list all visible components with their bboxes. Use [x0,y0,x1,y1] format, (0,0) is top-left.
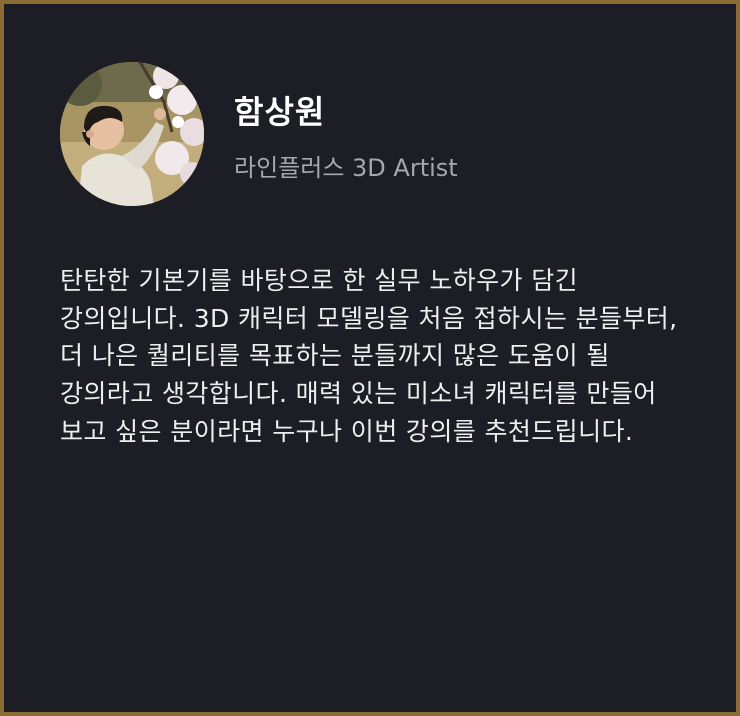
instructor-name: 함상원 [234,93,326,131]
avatar [60,62,204,206]
instructor-bio: 탄탄한 기본기를 바탕으로 한 실무 노하우가 담긴 강의입니다. 3D 캐릭터… [60,266,678,446]
instructor-role: 라인플러스 3D Artist [234,154,458,182]
instructor-card: 함상원 라인플러스 3D Artist 탄탄한 기본기를 바탕으로 한 실무 노… [4,4,736,712]
